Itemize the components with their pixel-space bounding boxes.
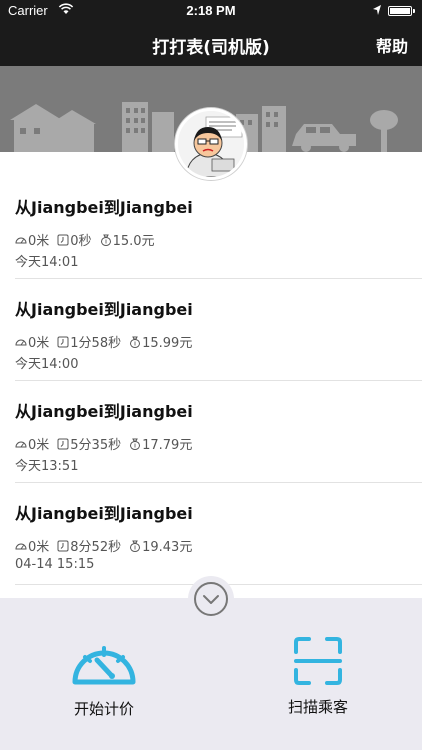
odometer-icon bbox=[15, 441, 27, 447]
trip-duration: 5分35秒 bbox=[70, 438, 122, 453]
trip-fare: 17.79元 bbox=[142, 438, 193, 453]
trip-duration: 8分52秒 bbox=[70, 540, 122, 555]
trip-route: 从Jiangbei到Jiangbei bbox=[15, 504, 193, 523]
trip-fare: 15.0元 bbox=[112, 234, 155, 249]
money-bag-icon bbox=[130, 438, 141, 450]
battery-icon bbox=[388, 6, 415, 16]
trip-route: 从Jiangbei到Jiangbei bbox=[15, 198, 193, 217]
trip-route: 从Jiangbei到Jiangbei bbox=[15, 300, 193, 319]
trip-route: 从Jiangbei到Jiangbei bbox=[15, 402, 193, 421]
odometer-icon bbox=[15, 237, 27, 243]
odometer-icon bbox=[15, 543, 27, 549]
start-metering-button[interactable]: 开始计价 bbox=[58, 634, 150, 719]
timer-icon bbox=[57, 234, 69, 245]
trip-duration: 0秒 bbox=[70, 234, 92, 249]
trip-meta: 0米 8分52秒 19.43元 bbox=[15, 536, 200, 555]
trip-meta: 0米 5分35秒 17.79元 bbox=[15, 434, 200, 453]
start-metering-label: 开始计价 bbox=[73, 700, 134, 718]
status-time: 2:18 PM bbox=[186, 3, 236, 18]
trip-meta: 0米 0秒 15.0元 bbox=[15, 230, 163, 249]
collapse-toggle-button[interactable] bbox=[188, 576, 234, 622]
trip-duration: 1分58秒 bbox=[70, 336, 122, 351]
scan-passenger-button[interactable]: 扫描乘客 bbox=[272, 636, 364, 717]
trip-row[interactable]: 从Jiangbei到Jiangbei 0米 5分35秒 17.79元 今天13:… bbox=[0, 356, 422, 483]
scan-frame-icon bbox=[294, 637, 342, 685]
trip-distance: 0米 bbox=[28, 540, 50, 555]
trip-row[interactable]: 从Jiangbei到Jiangbei 0米 1分58秒 15.99元 今天14:… bbox=[0, 254, 422, 381]
odometer-icon bbox=[15, 339, 27, 345]
trip-time: 04-14 15:15 bbox=[15, 557, 95, 572]
status-bar: Carrier 2:18 PM bbox=[0, 0, 422, 22]
speedometer-icon bbox=[72, 646, 136, 685]
chevron-down-icon bbox=[194, 582, 228, 616]
money-bag-icon bbox=[100, 234, 111, 246]
trip-fare: 19.43元 bbox=[142, 540, 193, 555]
scan-passenger-label: 扫描乘客 bbox=[287, 698, 348, 716]
trip-meta: 0米 1分58秒 15.99元 bbox=[15, 332, 200, 351]
trip-distance: 0米 bbox=[28, 438, 50, 453]
timer-icon bbox=[57, 540, 69, 551]
location-arrow-icon bbox=[373, 5, 381, 15]
help-button[interactable]: 帮助 bbox=[376, 33, 408, 57]
trip-row[interactable]: 从Jiangbei到Jiangbei 0米 8分52秒 19.43元 04-14… bbox=[0, 458, 422, 585]
timer-icon bbox=[57, 336, 69, 347]
page-title: 打打表(司机版) bbox=[152, 38, 270, 58]
trip-row[interactable]: 从Jiangbei到Jiangbei 0米 0秒 15.0元 今天14:01 bbox=[0, 152, 422, 279]
money-bag-icon bbox=[130, 540, 141, 552]
timer-icon bbox=[57, 438, 69, 449]
trip-distance: 0米 bbox=[28, 336, 50, 351]
money-bag-icon bbox=[130, 336, 141, 348]
nav-bar: 打打表(司机版) 帮助 bbox=[0, 22, 422, 66]
trip-fare: 15.99元 bbox=[142, 336, 193, 351]
trip-distance: 0米 bbox=[28, 234, 50, 249]
trip-list: 从Jiangbei到Jiangbei 0米 0秒 15.0元 今天14:01 从… bbox=[0, 152, 422, 598]
